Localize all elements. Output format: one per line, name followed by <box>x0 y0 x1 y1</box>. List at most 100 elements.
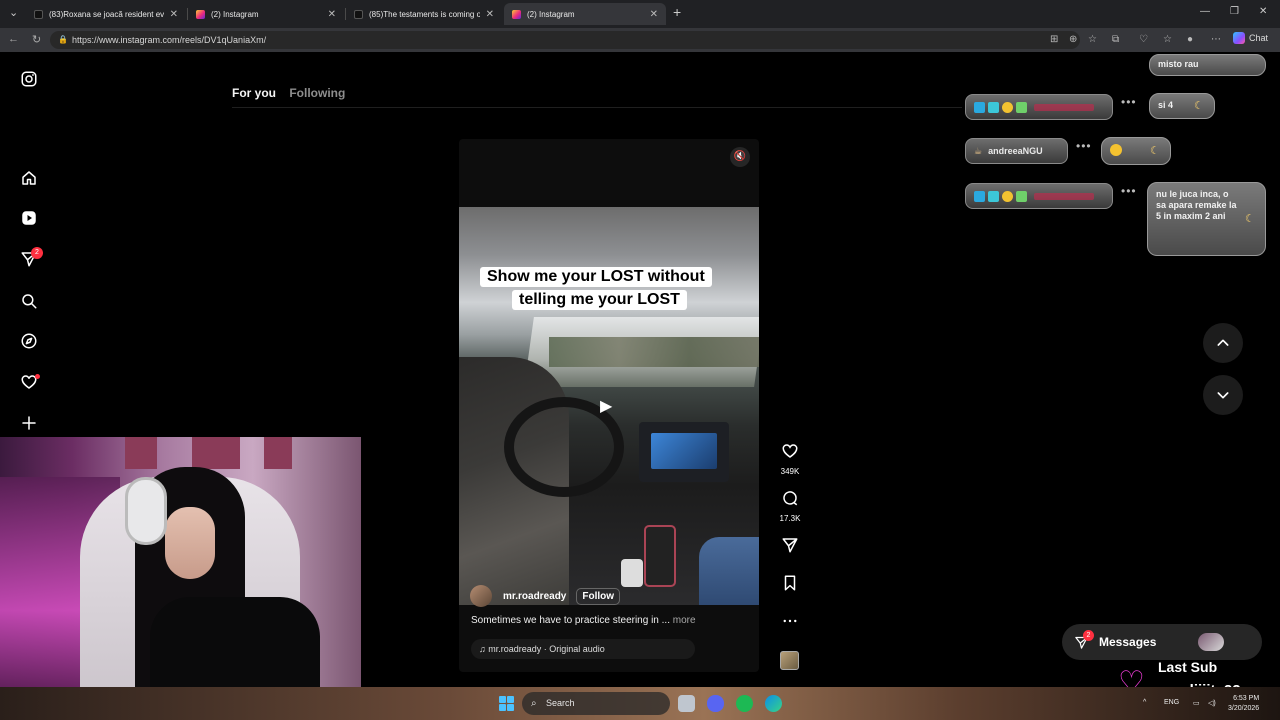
minimize-icon[interactable]: — <box>1200 6 1210 17</box>
search-icon: ⌕ <box>531 698 537 709</box>
search-placeholder: Search <box>546 698 575 708</box>
browser-tab-3[interactable]: (85)The testaments is coming out ✕ <box>346 3 502 25</box>
screen: ⌄ (83)Roxana se joacă resident evil3 ✕ (… <box>0 0 1280 720</box>
tab-for-you[interactable]: For you <box>232 86 276 100</box>
notification-badge: 2 <box>31 247 43 259</box>
mute-button[interactable]: 🔇 <box>730 147 750 167</box>
explore-icon[interactable] <box>19 331 39 351</box>
comment-button[interactable]: 17.3K <box>779 489 801 523</box>
volume-icon[interactable]: ◁) <box>1208 699 1216 707</box>
tray-chevron-icon[interactable]: ^ <box>1143 699 1146 706</box>
home-icon[interactable] <box>19 168 39 188</box>
discord-icon[interactable] <box>707 695 724 712</box>
extensions-icon[interactable]: ⧉ <box>1112 34 1119 45</box>
sub-badge-icon <box>974 101 985 113</box>
reel-username[interactable]: mr.roadready <box>503 591 566 602</box>
reel-caption-overlay: Show me your LOST without telling me you… <box>480 267 738 315</box>
url-field[interactable]: 🔒 https://www.instagram.com/reels/DV1qUa… <box>50 31 1080 49</box>
chat-message-text: nu le juca inca, o sa apara remake la 5 … <box>1156 189 1237 221</box>
browser-tab-4[interactable]: (2) Instagram ✕ <box>504 3 666 25</box>
close-icon[interactable]: ✕ <box>170 9 178 20</box>
close-icon[interactable]: ✕ <box>486 9 494 20</box>
obscured-username <box>1034 103 1094 111</box>
favorites-icon[interactable]: ☆ <box>1163 34 1172 45</box>
tiktok-icon <box>34 9 43 19</box>
app-icon[interactable]: ⊞ <box>1050 34 1058 45</box>
new-tab-button[interactable]: + <box>673 4 681 20</box>
tab-list-icon[interactable]: ⌄ <box>9 6 18 19</box>
language-indicator[interactable]: ENG <box>1164 699 1179 706</box>
video-scene <box>651 433 717 469</box>
wall-poster <box>192 437 240 469</box>
headset <box>125 477 167 545</box>
instagram-logo-icon[interactable] <box>19 69 39 89</box>
previous-reel-button[interactable] <box>1203 323 1243 363</box>
badge-icon <box>988 190 999 202</box>
caption-line-2: telling me your LOST <box>512 290 687 310</box>
reel-description: Sometimes we have to practice steering i… <box>471 615 696 626</box>
more-icon[interactable]: ⋯ <box>1211 34 1221 45</box>
spotify-icon[interactable] <box>736 695 753 712</box>
streamer-face <box>165 507 215 579</box>
save-button[interactable] <box>779 574 801 597</box>
maximize-icon[interactable]: ❐ <box>1230 6 1239 17</box>
profile-avatar[interactable]: ● <box>1187 34 1193 45</box>
site-info-icon[interactable]: 🔒 <box>58 31 68 49</box>
tab-following[interactable]: Following <box>289 86 345 100</box>
tab-title: (2) Instagram <box>211 9 259 19</box>
system-clock[interactable]: 6:53 PM 3/20/2026 <box>1228 694 1259 714</box>
messages-button[interactable]: 2 Messages <box>1062 624 1262 660</box>
close-icon[interactable]: ✕ <box>650 9 658 20</box>
tab-title: (85)The testaments is coming out <box>369 9 480 19</box>
back-icon[interactable]: ← <box>8 33 19 45</box>
more-options-button[interactable] <box>779 612 801 635</box>
windows-start-icon[interactable] <box>499 696 514 711</box>
badge-icon <box>1002 190 1013 202</box>
browser-essentials-icon[interactable]: ♡ <box>1139 34 1148 45</box>
clock-time: 6:53 PM <box>1233 695 1260 702</box>
browser-tab-2[interactable]: (2) Instagram ✕ <box>188 3 344 25</box>
video-scene <box>549 337 759 367</box>
avatar[interactable] <box>470 585 492 607</box>
taskbar-search[interactable]: ⌕ Search <box>522 692 670 715</box>
sub-badge-icon <box>974 190 985 202</box>
stream-chat-message <box>1101 137 1171 165</box>
chat-label: Chat <box>1249 33 1269 43</box>
windows-taskbar: ⌕ Search ^ ENG ▭ ◁) 6:53 PM 3/20/2026 <box>0 687 1280 720</box>
more-link[interactable]: more <box>673 615 696 626</box>
messages-label: Messages <box>1099 635 1157 649</box>
instagram-icon <box>512 9 521 19</box>
copilot-chat-button[interactable]: Chat <box>1233 32 1268 44</box>
speaker-muted-icon: 🔇 <box>733 151 747 162</box>
play-icon[interactable]: ▶ <box>600 396 612 416</box>
last-sub-label: Last Sub <box>1158 659 1218 675</box>
stream-chat-message: misto rau <box>1149 54 1266 76</box>
share-button[interactable] <box>779 536 801 559</box>
create-icon[interactable] <box>19 413 39 433</box>
wall-poster <box>264 437 292 469</box>
comment-count: 17.3K <box>779 514 801 523</box>
window-close-icon[interactable]: ✕ <box>1259 6 1267 17</box>
like-button[interactable]: 349K <box>779 442 801 476</box>
coffee-icon: ☕ <box>974 145 983 156</box>
follow-button[interactable]: Follow <box>576 587 621 605</box>
search-icon[interactable] <box>19 291 39 311</box>
network-icon[interactable]: ▭ <box>1193 699 1200 707</box>
edge-icon[interactable] <box>765 695 782 712</box>
emoji-icon <box>1110 144 1122 156</box>
video-scene <box>621 559 643 587</box>
reel-audio[interactable]: ♫ mr.roadready · Original audio <box>471 639 695 659</box>
reels-icon[interactable] <box>19 208 39 228</box>
caption-line-1: Show me your LOST without <box>480 267 712 287</box>
next-reel-button[interactable] <box>1203 375 1243 415</box>
stream-chat-user: ☕ andreeaNGU <box>965 138 1068 164</box>
reload-icon[interactable]: ↻ <box>32 33 41 46</box>
zoom-icon[interactable]: ⊕ <box>1069 34 1077 45</box>
gift-icon <box>1016 190 1027 202</box>
close-icon[interactable]: ✕ <box>328 9 336 20</box>
stream-chat-message: si 4 <box>1149 93 1215 119</box>
favorite-star-icon[interactable]: ☆ <box>1088 34 1097 45</box>
browser-tab-1[interactable]: (83)Roxana se joacă resident evil3 ✕ <box>26 3 186 25</box>
audio-thumbnail[interactable] <box>780 651 799 670</box>
file-explorer-icon[interactable] <box>678 695 695 712</box>
